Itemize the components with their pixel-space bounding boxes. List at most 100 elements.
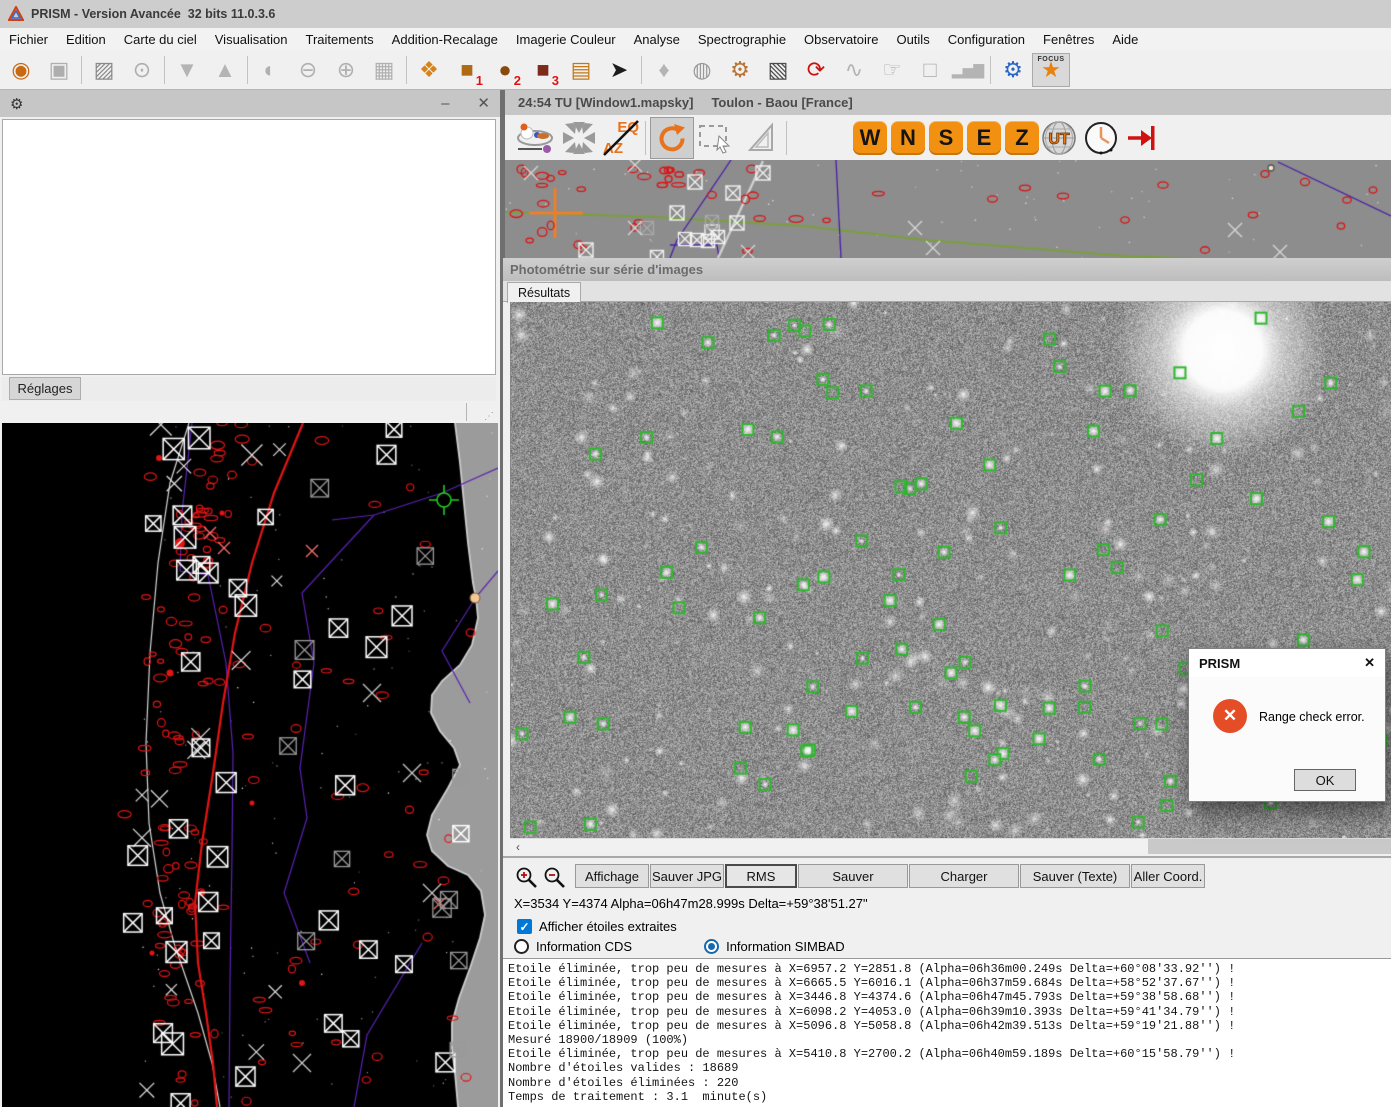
information-cds-radio[interactable] [514,939,529,954]
sky-chart-canvas[interactable] [2,423,498,1107]
cursor-coordinates: X=3534 Y=4374 Alpha=06h47m28.999s Delta=… [514,896,868,911]
menu-item[interactable]: Traitements [297,29,383,50]
log-line: Etoile éliminée, trop peu de mesures à X… [508,1047,1391,1061]
menu-item[interactable]: Imagerie Couleur [507,29,625,50]
map-toolbar: EQ AZ [505,115,1391,160]
menu-item[interactable]: Aide [1103,29,1147,50]
map-window-titlebar[interactable]: 24:54 TU [Window1.mapsky] Toulon - Baou … [505,90,1391,115]
photometry-tabrow: Résultats [503,281,1391,302]
show-extracted-stars-checkbox[interactable]: ✓ [517,919,532,934]
settings-splitter-strip: ⋰ [2,401,496,423]
zoom-in-icon[interactable]: ⊕ [327,53,365,87]
arc-path-icon[interactable]: ∿ [835,53,873,87]
resize-grip[interactable]: ⋰ [484,411,494,422]
ok-button[interactable]: OK [1294,769,1356,791]
menu-item[interactable]: Observatoire [795,29,887,50]
menu-item[interactable]: Fenêtres [1034,29,1103,50]
menu-item[interactable]: Fichier [0,29,57,50]
goto-position-icon[interactable] [1123,117,1159,159]
rotate-view-icon[interactable] [650,117,694,159]
settings-window-titlebar[interactable]: ⚙ – ✕ [0,90,500,117]
tab-resultats[interactable]: Résultats [507,282,581,303]
select-rectangle-icon[interactable] [694,117,738,159]
dome-shell-icon[interactable]: ❖ [410,53,448,87]
menu-item[interactable]: Addition-Recalage [383,29,507,50]
clock-icon[interactable] [1079,117,1123,159]
scrollbar-thumb[interactable] [1148,839,1391,854]
menu-item[interactable]: Visualisation [206,29,297,50]
save-icon[interactable]: ▣ [40,53,78,87]
filter-wheel-icon[interactable]: ▤ [562,53,600,87]
flip-horizontal-icon[interactable]: ▲ [206,53,244,87]
processing-log: Etoile éliminée, trop peu de mesures à X… [503,958,1391,1107]
image-adjust-icon[interactable]: ▨ [85,53,123,87]
menu-item[interactable]: Spectrographie [689,29,795,50]
horizon-map-canvas[interactable] [505,160,1391,258]
camera-2-icon[interactable]: ●2 [486,53,524,87]
menu-item[interactable]: Edition [57,29,115,50]
menu-item[interactable]: Outils [887,29,938,50]
direction-button[interactable]: E [967,121,1001,155]
photometry-button[interactable]: Affichage [575,864,649,888]
scroll-left-arrow[interactable]: ‹ [510,839,526,854]
wrench-setup-icon[interactable]: ⚙ [721,53,759,87]
close-button[interactable]: ✕ [477,96,490,111]
zoom-out-icon[interactable]: ⊖ [289,53,327,87]
menu-item[interactable]: Analyse [625,29,689,50]
protractor-icon[interactable] [738,117,782,159]
tab-reglages[interactable]: Réglages [9,377,81,400]
error-dialog-titlebar[interactable]: PRISM ✕ [1189,649,1385,677]
telescope-finder-icon[interactable]: ➤ [600,53,638,87]
splitter-handle[interactable] [466,403,467,421]
log-line: Temps de traitement : 3.1 minute(s) [508,1090,1391,1104]
photometry-button[interactable]: Charger [909,864,1019,888]
moon-sphere-icon[interactable]: ◍ [683,53,721,87]
app-titlebar[interactable]: PRISM - Version Avancée 32 bits 11.0.3.6 [0,0,1391,28]
camera-3-icon[interactable]: ■3 [524,53,562,87]
hand-pan-icon[interactable]: ☞ [873,53,911,87]
zoom-in-magnifier-icon[interactable] [515,866,539,890]
focus-star-icon[interactable]: ★FOCUS [1032,53,1070,87]
horizontal-scrollbar: ‹ [510,838,1391,854]
app-logo-icon [8,6,24,22]
information-simbad-radio[interactable] [704,939,719,954]
calibration-image-icon[interactable]: ▧ [759,53,797,87]
map-window-location-title: Toulon - Baou [France] [711,95,852,110]
photometry-button[interactable]: Sauver (Texte) [1020,864,1130,888]
direction-buttons: WNSEZ [853,121,1039,155]
direction-button[interactable]: N [891,121,925,155]
direction-button[interactable]: S [929,121,963,155]
log-line: Etoile éliminée, trop peu de mesures à X… [508,976,1391,990]
planet-image-icon[interactable]: ◉ [2,53,40,87]
flip-vertical-icon[interactable]: ▼ [168,53,206,87]
direction-button[interactable]: Z [1005,121,1039,155]
photometry-button[interactable]: Sauver JPG [650,864,724,888]
error-dialog-title: PRISM [1199,656,1240,671]
photometry-button[interactable]: Aller Coord. [1131,864,1205,888]
blank-frame-icon[interactable]: □ [911,53,949,87]
crop-frame-icon[interactable]: ▦ [365,53,403,87]
error-dialog: PRISM ✕ ✕ Range check error. OK [1188,648,1386,802]
eq-az-toggle-icon[interactable]: EQ AZ [601,118,641,158]
gears-automation-icon[interactable]: ⚙ [994,53,1032,87]
information-simbad-label: Information SIMBAD [726,939,845,954]
dialog-close-icon[interactable]: ✕ [1364,655,1375,671]
photometry-button[interactable]: Sauver [798,864,908,888]
fit-view-icon[interactable] [557,117,601,159]
minimize-button[interactable]: – [441,96,449,111]
ut-globe-icon[interactable]: UT [1039,117,1079,159]
solar-system-icon[interactable] [513,117,557,159]
sync-rotate-icon[interactable]: ⟳ [797,53,835,87]
direction-button[interactable]: W [853,121,887,155]
settings-content-area[interactable] [2,119,496,375]
menu-item[interactable]: Carte du ciel [115,29,206,50]
zoom-out-magnifier-icon[interactable] [543,866,567,890]
histogram-icon[interactable]: ▂▅▇ [949,53,987,87]
menu-item[interactable]: Configuration [939,29,1034,50]
camera-1-icon[interactable]: ■1 [448,53,486,87]
flame-icon[interactable]: ♦ [645,53,683,87]
show-extracted-stars-label: Afficher étoiles extraites [539,919,677,934]
info-cursor-icon[interactable]: ⊙ [123,53,161,87]
contrast-icon[interactable]: ◐ [251,53,289,87]
photometry-button[interactable]: RMS [725,864,797,888]
